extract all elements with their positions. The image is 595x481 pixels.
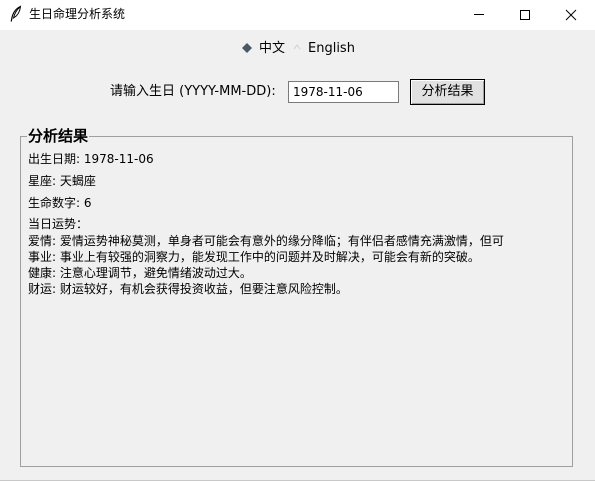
wealth-fortune-text: 财运: 财运较好，有机会获得投资收益，但要注意风险控制。 xyxy=(28,282,348,296)
health-fortune-text: 健康: 注意心理调节，避免情绪波动过大。 xyxy=(28,266,252,280)
minimize-icon xyxy=(474,14,484,15)
birth-date-text: 出生日期: 1978-11-06 xyxy=(28,152,154,166)
feather-icon xyxy=(8,5,24,23)
career-fortune-text: 事业: 事业上有较强的洞察力，能发现工作中的问题并及时解决，可能会有新的突破。 xyxy=(28,250,480,264)
radio-english-label[interactable]: English xyxy=(308,41,355,57)
window-title: 生日命理分析系统 xyxy=(29,7,126,21)
birthday-input[interactable] xyxy=(288,81,399,103)
close-icon xyxy=(565,9,577,21)
maximize-button[interactable] xyxy=(502,0,548,30)
close-button[interactable] xyxy=(548,0,594,30)
title-bar: 生日命理分析系统 xyxy=(0,0,595,30)
radio-english-unselected-icon[interactable] xyxy=(292,42,302,52)
radio-chinese-label[interactable]: 中文 xyxy=(259,41,285,57)
results-group-title: 分析结果 xyxy=(27,126,90,146)
radio-chinese-selected-icon[interactable] xyxy=(242,43,252,53)
analyze-button[interactable]: 分析结果 xyxy=(410,79,485,105)
results-group xyxy=(20,136,573,467)
love-fortune-text: 爱情: 爱情运势神秘莫测，单身者可能会有意外的缘分降临；有伴侣者感情充满激情，但… xyxy=(28,234,504,248)
maximize-icon xyxy=(520,10,530,20)
life-number-text: 生命数字: 6 xyxy=(28,196,92,210)
daily-fortune-heading: 当日运势： xyxy=(28,217,89,231)
zodiac-text: 星座: 天蝎座 xyxy=(28,174,96,188)
minimize-button[interactable] xyxy=(456,0,502,30)
birthday-label: 请输入生日 (YYYY-MM-DD): xyxy=(110,84,276,99)
